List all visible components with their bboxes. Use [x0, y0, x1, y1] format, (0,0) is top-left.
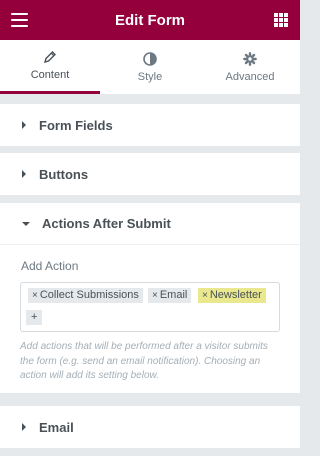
tab-style-label: Style: [137, 70, 163, 83]
tab-advanced[interactable]: Advanced: [200, 40, 300, 94]
caret-right-icon: [22, 170, 26, 178]
tag-label: Email: [159, 289, 188, 301]
section-form-fields[interactable]: Form Fields: [0, 104, 300, 146]
add-action-hint: Add actions that will be performed after…: [20, 341, 268, 381]
hamburger-icon[interactable]: [11, 13, 28, 27]
add-action-button[interactable]: +: [26, 310, 43, 325]
caret-right-icon: [22, 121, 26, 129]
panel-title: Edit Form: [115, 11, 185, 29]
tab-content[interactable]: Content: [0, 40, 100, 94]
remove-tag-icon[interactable]: ×: [152, 290, 158, 301]
remove-tag-icon[interactable]: ×: [32, 290, 38, 301]
gear-icon: [243, 51, 257, 66]
caret-down-icon: [22, 221, 30, 226]
pencil-icon: [43, 51, 56, 64]
action-tag-newsletter[interactable]: × Newsletter: [198, 288, 266, 303]
section-buttons[interactable]: Buttons: [0, 153, 300, 195]
caret-right-icon: [22, 423, 26, 431]
section-email[interactable]: Email: [0, 406, 300, 448]
add-action-select[interactable]: × Collect Submissions × Email × Newsletter …: [20, 282, 280, 332]
section-actions-title: Actions After Submit: [42, 216, 171, 231]
tab-content-label: Content: [30, 69, 70, 81]
panel-tabs: Content Style Advanced: [0, 40, 300, 95]
action-tag-collect-submissions[interactable]: × Collect Submissions: [28, 288, 143, 303]
section-actions-after-submit[interactable]: Actions After Submit: [0, 203, 300, 245]
editor-header: Edit Form: [0, 0, 300, 40]
tab-style[interactable]: Style: [100, 40, 200, 94]
action-tag-email[interactable]: × Email: [148, 288, 192, 303]
section-buttons-title: Buttons: [39, 166, 89, 182]
apps-grid-icon[interactable]: [274, 13, 288, 27]
tag-label: Newsletter: [209, 289, 262, 301]
actions-panel-body: Add Action × Collect Submissions × Email ×…: [0, 245, 300, 393]
tab-advanced-label: Advanced: [225, 70, 275, 83]
remove-tag-icon[interactable]: ×: [202, 290, 208, 301]
tag-label: Collect Submissions: [39, 289, 139, 301]
section-email-title: Email: [39, 419, 74, 435]
section-form-fields-title: Form Fields: [39, 117, 113, 133]
contrast-icon: [143, 51, 157, 66]
add-action-label: Add Action: [21, 259, 79, 273]
